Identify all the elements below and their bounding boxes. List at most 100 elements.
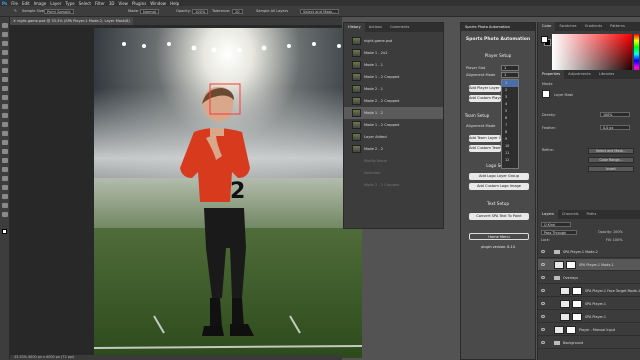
visibility-eye-icon[interactable] [541,315,545,318]
visibility-eye-icon[interactable] [541,263,545,266]
history-state-row[interactable]: Selection [344,167,443,179]
color-tab-patterns[interactable]: Patterns [606,22,629,31]
layer-row[interactable]: SPA Player-1 Face Target Mode-1 [538,285,640,297]
add-custom-team-image-button[interactable]: Add Custom Team Image [469,145,501,152]
history-tab-history[interactable]: History [344,23,365,32]
history-state-row[interactable]: Modify Mode [344,155,443,167]
type-tool-icon[interactable] [2,167,8,172]
menu-item-plugins[interactable]: Plugins [132,1,146,6]
alignment-mode-option[interactable]: 12 [502,157,518,164]
eyedropper-tool-icon[interactable]: ✎ [14,9,17,14]
alignment-mode-select[interactable]: 1 [501,72,519,78]
blur-tool-icon[interactable] [2,140,8,145]
alignment-mode-option[interactable]: 10 [502,143,518,150]
alignment-mode-option[interactable]: 3 [502,94,518,101]
layer-fill[interactable]: Fill: 100% [606,238,622,242]
layers-tab-layers[interactable]: Layers [538,210,558,219]
color-tab-gradients[interactable]: Gradients [581,22,607,31]
add-player-layer-group-button[interactable]: Add Player Layer Group [469,85,501,92]
layers-tab-channels[interactable]: Channels [558,210,583,219]
lasso-tool-icon[interactable] [2,41,8,46]
add-custom-logo-image-button[interactable]: Add Custom Logo Image [469,183,529,190]
history-state-row[interactable]: Mode 2 - 2 Cropped [344,179,443,191]
hand-tool-icon[interactable] [2,194,8,199]
history-state-row[interactable]: Mode 2 - 2 Cropped [344,95,443,107]
alignment-mode-option[interactable]: 5 [502,108,518,115]
history-brush-tool-icon[interactable] [2,113,8,118]
feather-field[interactable]: 0.0 px [600,125,630,130]
history-state-row[interactable]: Mode 2 - 2 [344,143,443,155]
layer-row[interactable]: SPA Player-1 [538,311,640,323]
hue-slider[interactable] [634,34,639,74]
alignment-mode-option[interactable]: 4 [502,101,518,108]
marquee-tool-icon[interactable] [2,32,8,37]
history-state-row[interactable]: Mode 1 - 2 [344,107,443,119]
brush-tool-icon[interactable] [2,95,8,100]
history-tab-comments[interactable]: Comments [386,23,413,32]
alignment-mode-option[interactable]: 7 [502,122,518,129]
frame-tool-icon[interactable] [2,68,8,73]
visibility-eye-icon[interactable] [541,341,545,344]
healing-tool-icon[interactable] [2,86,8,91]
alignment-mode-option[interactable]: 11 [502,150,518,157]
menu-item-select[interactable]: Select [79,1,91,6]
menu-item-filter[interactable]: Filter [95,1,105,6]
layer-mask-thumbnail[interactable] [566,326,576,334]
photoshop-logo[interactable]: Ps [2,1,7,6]
history-state-row[interactable]: Mode 1 - 1 [344,59,443,71]
opacity-field[interactable]: 100% [192,9,209,14]
layer-row[interactable]: SPA Player-1 [538,298,640,310]
layer-row[interactable]: Player - Manual Input [538,324,640,336]
properties-tab-libraries[interactable]: Libraries [595,70,619,79]
alignment-mode-dropdown[interactable]: 1 2 3 4 5 6 7 8 9 10 11 12 [501,79,519,169]
shape-tool-icon[interactable] [2,185,8,190]
tool-foreground-swatch[interactable] [2,229,7,234]
history-state-row[interactable]: Mode 1 - 2 Cropped [344,71,443,83]
select-and-mask-button[interactable]: Select and Mask... [300,9,339,14]
density-field[interactable]: 100% [600,112,630,117]
menu-item-edit[interactable]: Edit [22,1,30,6]
document-tab[interactable]: ✕ night-game.psd @ 33.3% (SPA Player-1 M… [10,17,133,25]
menu-item-help[interactable]: Help [170,1,179,6]
properties-tab-adjustments[interactable]: Adjustments [564,70,595,79]
layer-mask-thumbnail[interactable] [572,313,582,321]
visibility-eye-icon[interactable] [541,276,545,279]
add-custom-player-image-button[interactable]: Add Custom Player Image [469,95,501,102]
add-team-layer-group-button[interactable]: Add Team Layer Group [469,135,501,142]
layer-group-row[interactable]: SPA Player-1 Mode-2 [538,246,640,258]
visibility-eye-icon[interactable] [541,289,545,292]
layer-mask-thumbnail[interactable] [572,287,582,295]
visibility-eye-icon[interactable] [541,302,545,305]
add-logo-layer-group-button[interactable]: Add Logo Layer Group [469,173,529,180]
alignment-mode-option[interactable]: 2 [502,87,518,94]
dodge-tool-icon[interactable] [2,149,8,154]
history-tab-actions[interactable]: Actions [365,23,386,32]
gradient-tool-icon[interactable] [2,131,8,136]
spa-panel-tab[interactable]: Sports Photo Automation [461,23,535,31]
crop-tool-icon[interactable] [2,59,8,64]
history-state-row[interactable]: Mode 2 - 1 [344,83,443,95]
menu-item-type[interactable]: Type [65,1,74,6]
move-tool-icon[interactable] [2,23,8,28]
layers-tab-paths[interactable]: Paths [583,210,601,219]
layer-mask-thumbnail[interactable] [572,300,582,308]
alignment-mode-option[interactable]: 1 [502,80,518,87]
home-menu-button[interactable]: Home Menu [469,233,529,240]
alignment-mode-option[interactable]: 8 [502,129,518,136]
properties-tab-properties[interactable]: Properties [538,70,565,79]
mode-select[interactable]: Normal [140,9,160,14]
clone-tool-icon[interactable] [2,104,8,109]
path-select-tool-icon[interactable] [2,176,8,181]
layer-mask-thumbnail[interactable] [542,90,550,98]
layer-mask-thumbnail[interactable] [566,261,576,269]
visibility-eye-icon[interactable] [541,328,545,331]
pen-tool-icon[interactable] [2,158,8,163]
menu-item-image[interactable]: Image [34,1,47,6]
menu-item-view[interactable]: View [118,1,128,6]
history-state-row[interactable]: Mode 1 - 2x2 [344,47,443,59]
foreground-color-swatch[interactable] [541,36,548,43]
convert-text-button[interactable]: Convert SPA Text To Point [469,213,529,220]
player-slot-select[interactable]: 1 [501,65,519,71]
menu-item-window[interactable]: Window [150,1,166,6]
tolerance-field[interactable]: 20 [232,9,243,14]
